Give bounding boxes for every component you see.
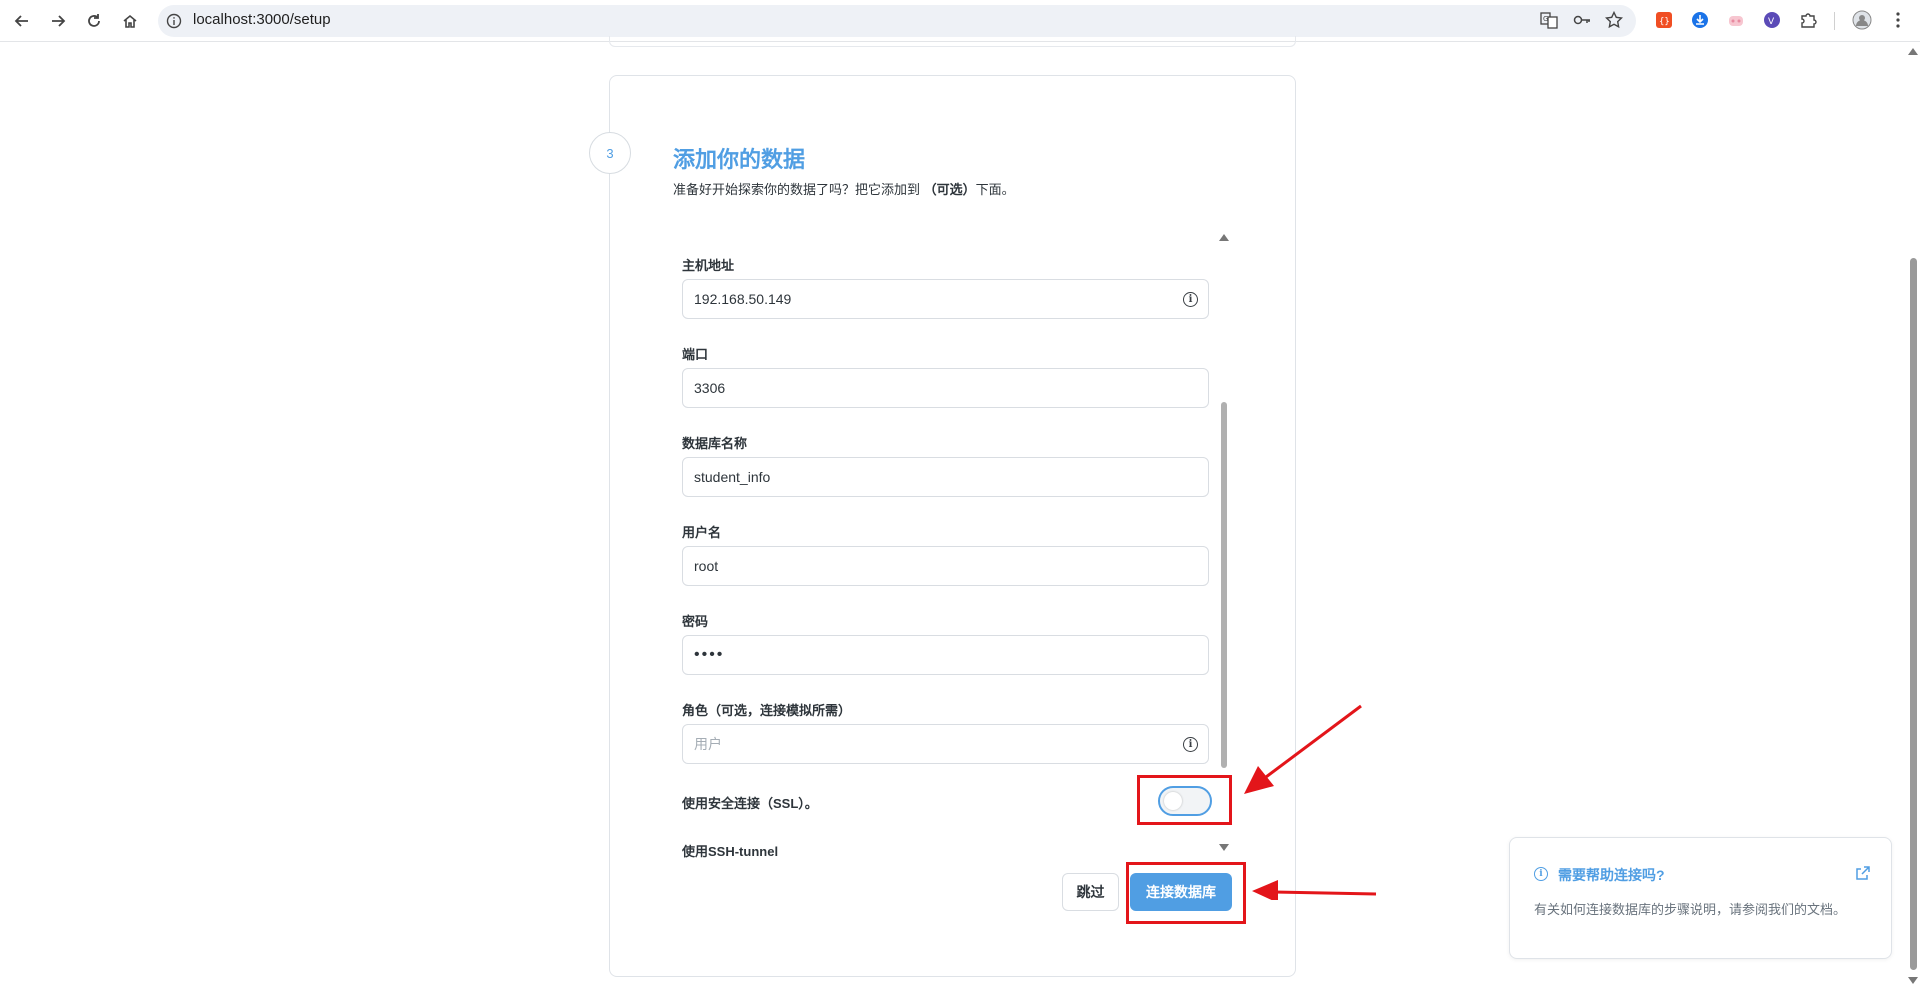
profile-avatar-icon[interactable]	[1852, 10, 1872, 30]
help-title[interactable]: 需要帮助连接吗?	[1558, 865, 1665, 885]
password-input[interactable]: ••••	[682, 635, 1209, 675]
help-description: 有关如何连接数据库的步骤说明，请参阅我们的文档。	[1534, 902, 1847, 917]
dbname-input[interactable]: student_info	[682, 457, 1209, 497]
help-info-icon: i	[1534, 867, 1548, 881]
step-title: 添加你的数据	[673, 147, 806, 172]
external-link-icon[interactable]	[1856, 866, 1870, 885]
host-input[interactable]: 192.168.50.149 i	[682, 279, 1209, 319]
annotation-arrows	[1244, 704, 1377, 900]
connect-button-highlight	[1126, 862, 1246, 924]
translate-icon[interactable]: G	[1539, 10, 1559, 30]
dbname-label: 数据库名称	[682, 436, 748, 451]
extension-download-icon[interactable]	[1690, 10, 1710, 30]
port-label: 端口	[682, 347, 709, 362]
role-label: 角色（可选，连接模拟所需）	[682, 703, 852, 718]
host-label: 主机地址	[682, 258, 735, 273]
role-info-icon[interactable]: i	[1183, 737, 1198, 752]
step-subtitle-optional: （可选）	[923, 182, 976, 197]
username-input[interactable]: root	[682, 546, 1209, 586]
extension-json-icon[interactable]: {}	[1654, 10, 1674, 30]
port-value: 3306	[694, 380, 726, 396]
extensions-puzzle-icon[interactable]	[1798, 10, 1818, 30]
dbname-value: student_info	[694, 469, 771, 485]
host-info-icon[interactable]: i	[1183, 292, 1198, 307]
username-value: root	[694, 558, 719, 574]
extension-game-icon[interactable]	[1726, 10, 1746, 30]
reload-icon[interactable]	[82, 9, 106, 33]
step-number-badge: 3	[589, 132, 631, 174]
skip-button[interactable]: 跳过	[1062, 873, 1119, 911]
toolbar-divider	[1834, 12, 1835, 30]
host-value: 192.168.50.149	[694, 291, 792, 307]
site-info-icon[interactable]	[166, 13, 182, 34]
url-text: localhost:3000/setup	[193, 11, 331, 28]
form-scrollbar-thumb[interactable]	[1221, 402, 1227, 768]
password-value: ••••	[694, 646, 725, 663]
help-panel: i 需要帮助连接吗? 有关如何连接数据库的步骤说明，请参阅我们的文档。	[1509, 837, 1892, 959]
address-bar[interactable]	[158, 5, 1636, 37]
home-icon[interactable]	[118, 9, 142, 33]
key-icon[interactable]	[1572, 10, 1592, 30]
form-scroll-up-arrow[interactable]	[1219, 234, 1229, 241]
page-scroll-down-arrow[interactable]	[1908, 977, 1918, 984]
bookmark-star-icon[interactable]	[1604, 10, 1624, 30]
step-subtitle: 准备好开始探索你的数据了吗？把它添加到 （可选）下面。	[673, 179, 1015, 198]
page-scrollbar-thumb[interactable]	[1910, 258, 1917, 970]
form-scroll-down-arrow[interactable]	[1219, 844, 1229, 851]
browser-menu-icon[interactable]	[1888, 10, 1908, 30]
ssh-tunnel-label: 使用SSH-tunnel	[682, 844, 779, 859]
password-label: 密码	[682, 614, 709, 629]
port-input[interactable]: 3306	[682, 368, 1209, 408]
previous-step-card	[609, 36, 1296, 47]
page-scroll-up-arrow[interactable]	[1908, 48, 1918, 55]
role-placeholder: 用户	[694, 736, 722, 752]
svg-text:G: G	[1543, 15, 1548, 23]
back-icon[interactable]	[10, 9, 34, 33]
forward-icon[interactable]	[46, 9, 70, 33]
ssl-toggle-highlight	[1137, 775, 1232, 825]
role-input[interactable]: 用户 i	[682, 724, 1209, 764]
svg-text:V: V	[1768, 17, 1775, 27]
step-subtitle-text: 准备好开始探索你的数据了吗？把它添加到	[673, 182, 921, 197]
extension-vue-icon[interactable]: V	[1762, 10, 1782, 30]
username-label: 用户名	[682, 525, 722, 540]
svg-text:{}: {}	[1659, 17, 1670, 27]
step-subtitle-tail: 下面。	[975, 182, 1015, 197]
ssl-label: 使用安全连接（SSL）。	[682, 796, 818, 811]
